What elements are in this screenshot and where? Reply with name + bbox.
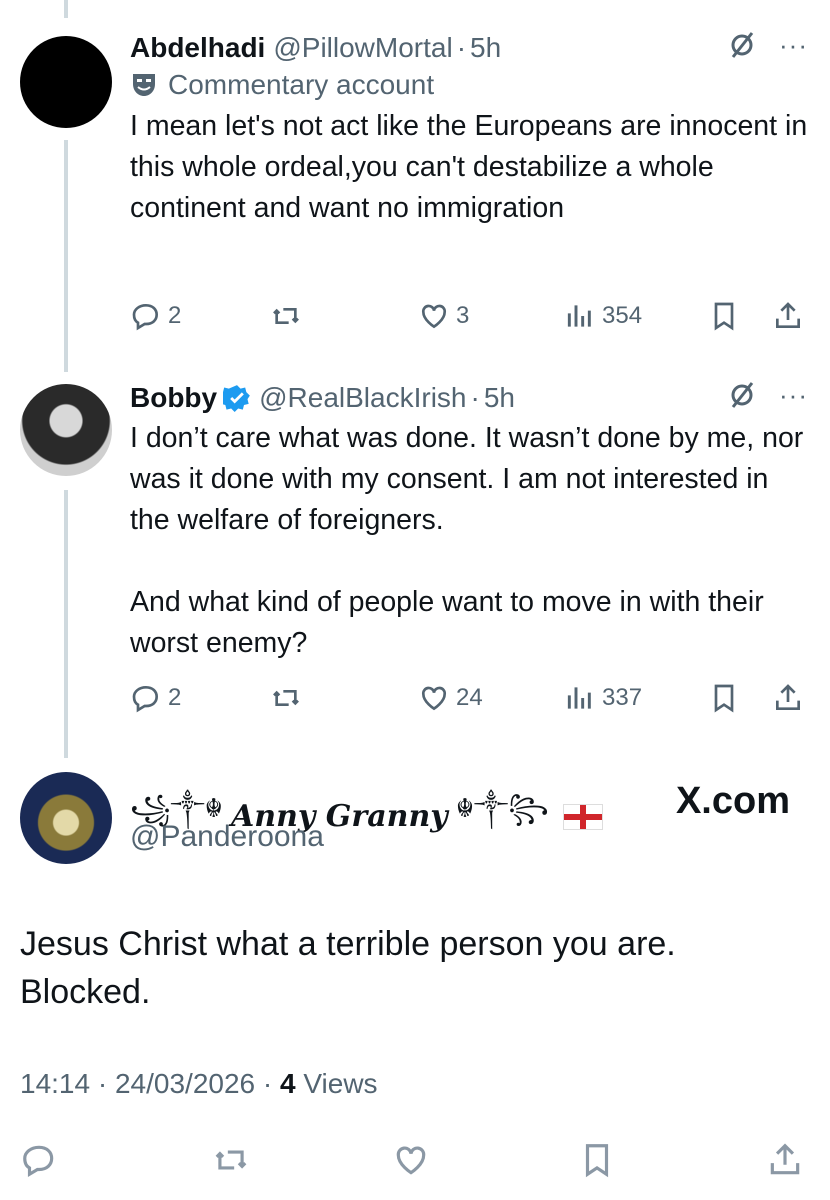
like-button[interactable]	[392, 1140, 430, 1180]
bookmark-button[interactable]	[708, 296, 740, 336]
retweet-button[interactable]	[212, 1140, 250, 1180]
main-tweet-line-2: Blocked.	[20, 973, 151, 1011]
retweet-icon	[215, 1150, 247, 1170]
views-label[interactable]: Views	[303, 1068, 377, 1099]
bookmark-button[interactable]	[578, 1140, 616, 1180]
bookmark-button[interactable]	[708, 678, 740, 718]
tweet-meta: 14:14 · 24/03/2026 · 4 Views	[20, 1068, 378, 1100]
heart-icon	[396, 1146, 426, 1175]
tweet-actions: 2 24 337	[130, 678, 808, 718]
tweet-header: Abdelhadi @PillowMortal · 5h	[130, 30, 808, 66]
views-button[interactable]: 354	[564, 296, 642, 336]
heart-icon	[421, 686, 447, 711]
avatar-anny-granny[interactable]	[20, 772, 112, 864]
verified-badge-icon[interactable]	[223, 384, 251, 412]
author-name[interactable]: Abdelhadi	[130, 30, 265, 66]
reply-count: 2	[168, 684, 182, 711]
england-flag-icon	[562, 803, 603, 830]
author-name[interactable]: Bobby	[130, 380, 217, 416]
analytics-icon	[567, 687, 591, 709]
commentary-label: Commentary account	[168, 69, 435, 100]
like-button[interactable]: 3	[418, 296, 469, 336]
bookmark-icon	[714, 302, 734, 331]
more-options-icon[interactable]: ···	[779, 382, 808, 408]
theater-masks-icon	[133, 74, 155, 96]
x-com-watermark: X.com	[675, 780, 790, 822]
bookmark-icon	[585, 1144, 609, 1178]
commentary-badge: Commentary account	[130, 66, 808, 104]
tweet-text: I mean let's not act like the Europeans …	[130, 110, 808, 224]
retweet-button[interactable]	[270, 678, 302, 718]
retweet-icon	[273, 308, 299, 324]
timestamp[interactable]: 5h	[484, 380, 515, 416]
bookmark-icon	[714, 684, 734, 713]
views-count: 4	[280, 1068, 296, 1099]
main-author-handle[interactable]: @Panderoona	[130, 820, 324, 854]
like-count: 3	[456, 302, 470, 329]
separator: ·	[262, 1068, 273, 1099]
share-icon	[770, 1143, 800, 1175]
reply-button[interactable]: 2	[130, 678, 181, 718]
share-button[interactable]	[766, 1140, 804, 1180]
separator: ·	[456, 32, 467, 63]
author-handle[interactable]: @RealBlackIrish	[259, 380, 466, 416]
share-button[interactable]	[772, 678, 804, 718]
tweet-text-paragraph-2: And what kind of people want to move in …	[130, 586, 764, 659]
like-count: 24	[456, 684, 483, 711]
tweet-actions: 2 3 354	[130, 296, 808, 336]
retweet-button[interactable]	[270, 296, 302, 336]
reply-count: 2	[168, 302, 182, 329]
separator: ·	[470, 382, 480, 413]
thread-line-bottom	[64, 490, 68, 758]
share-icon	[776, 684, 800, 710]
reply-icon	[23, 1145, 54, 1178]
reply-button[interactable]: 2	[130, 296, 181, 336]
reply-button[interactable]	[20, 1140, 58, 1180]
tweet-text-paragraph-1: I don’t care what was done. It wasn’t do…	[130, 422, 804, 536]
main-tweet-actions	[0, 1140, 830, 1180]
like-button[interactable]: 24	[418, 678, 483, 718]
grok-icon[interactable]	[727, 380, 757, 410]
thread-line-middle	[64, 140, 68, 372]
tweet-abdelhadi: Abdelhadi @PillowMortal · 5h ··· Comment…	[130, 30, 808, 340]
views-count: 354	[602, 302, 643, 329]
tweet-header: Bobby @RealBlackIrish · 5h	[130, 380, 808, 416]
thread-line-top	[64, 0, 68, 18]
analytics-icon	[567, 305, 591, 327]
avatar-abdelhadi[interactable]	[20, 36, 112, 128]
share-icon	[776, 302, 800, 328]
heart-icon	[421, 304, 447, 329]
avatar-bobby[interactable]	[20, 384, 112, 476]
header-actions: ···	[727, 380, 808, 410]
timestamp[interactable]: 5h	[470, 30, 501, 66]
main-tweet-text: Jesus Christ what a terrible person you …	[20, 920, 780, 1016]
tweet-bobby: Bobby @RealBlackIrish · 5h ··· I don’t c…	[130, 380, 808, 720]
separator: ·	[97, 1068, 108, 1099]
author-handle[interactable]: @PillowMortal	[273, 30, 452, 66]
views-button[interactable]: 337	[564, 678, 642, 718]
reply-icon	[132, 685, 159, 713]
post-time[interactable]: 14:14	[20, 1068, 90, 1099]
more-options-icon[interactable]: ···	[779, 32, 808, 58]
main-tweet-line-1: Jesus Christ what a terrible person you …	[20, 925, 676, 963]
views-count: 337	[602, 684, 643, 711]
post-date[interactable]: 24/03/2026	[115, 1068, 255, 1099]
header-actions: ···	[727, 30, 808, 60]
grok-icon[interactable]	[727, 30, 757, 60]
reply-icon	[132, 303, 159, 331]
name-ornament-right: ☬༒꧂	[455, 794, 549, 824]
retweet-icon	[273, 690, 299, 706]
share-button[interactable]	[772, 296, 804, 336]
